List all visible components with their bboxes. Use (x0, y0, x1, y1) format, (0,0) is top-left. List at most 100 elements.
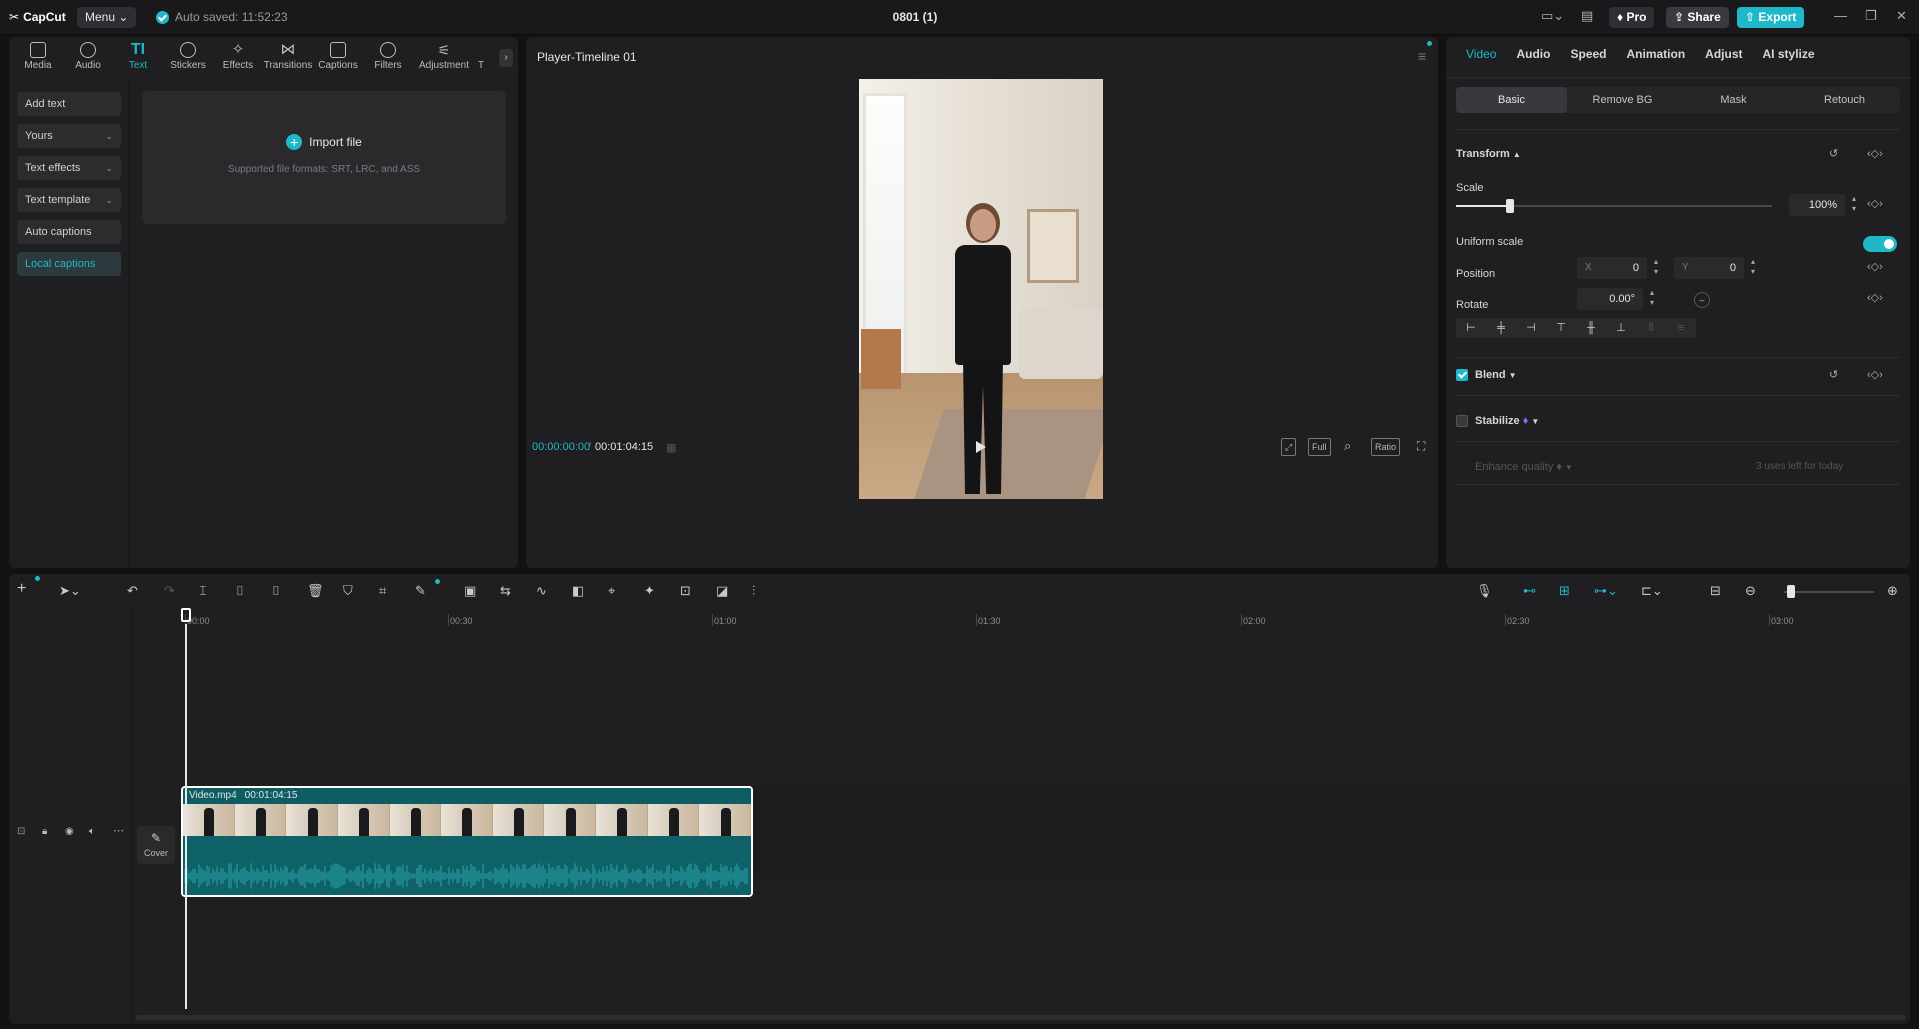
align-bottom-icon[interactable]: ⊥ (1606, 318, 1636, 338)
restore-icon[interactable]: ❐ (1865, 8, 1877, 24)
align-left-icon[interactable]: ⊢ (1456, 318, 1486, 338)
mute-icon[interactable]: 🔈︎ (89, 826, 95, 837)
stabilize-checkbox[interactable] (1456, 415, 1468, 427)
stabilize-section-toggle[interactable]: Stabilize ♦ ▼ (1475, 415, 1539, 427)
tool-stickers[interactable]: Stickers (163, 37, 213, 79)
tool-media[interactable]: Media (13, 37, 63, 79)
tool-overflow[interactable]: T (475, 37, 487, 79)
tool-audio[interactable]: Audio (63, 37, 113, 79)
subtab-remove-bg[interactable]: Remove BG (1567, 87, 1678, 113)
timeline-zoom-slider[interactable] (1784, 591, 1874, 593)
import-file-dropzone[interactable]: + Import file Supported file formats: SRT… (142, 91, 506, 224)
remove-bg-icon[interactable]: ◪ (716, 583, 728, 599)
keyframe-icon[interactable]: ‹◇› (1867, 260, 1883, 273)
add-track-icon[interactable]: + (17, 580, 26, 598)
grid-icon[interactable]: ▦ (666, 441, 676, 454)
keyframe-icon[interactable]: ‹◇› (1867, 291, 1883, 304)
zoom-out-icon[interactable]: ⊖ (1745, 583, 1756, 599)
sidebar-item-text-effects[interactable]: Text effects ⌄ (17, 156, 121, 180)
ai-edit-icon[interactable]: ✎ (415, 583, 426, 599)
lock-icon[interactable]: 🔒︎ (42, 826, 47, 837)
align-center-h-icon[interactable]: ╪ (1486, 318, 1516, 338)
tool-adjustment[interactable]: ⚟ Adjustment (413, 37, 475, 79)
position-x-stepper[interactable]: ▴ ▾ (1651, 257, 1661, 279)
fit-timeline-icon[interactable]: ⊟ (1710, 583, 1721, 599)
tab-speed[interactable]: Speed (1560, 37, 1616, 67)
keyframe-icon[interactable]: ‹◇› (1867, 147, 1883, 160)
zoom-in-icon[interactable]: ⊕ (1887, 583, 1898, 599)
subtab-mask[interactable]: Mask (1678, 87, 1789, 113)
tab-ai-stylize[interactable]: AI stylize (1753, 37, 1825, 67)
linkage-icon[interactable]: ⊶⌄ (1594, 583, 1618, 599)
align-center-v-icon[interactable]: ╫ (1576, 318, 1606, 338)
tool-filters[interactable]: Filters (363, 37, 413, 79)
auto-snapping-icon[interactable]: ⊞ (1559, 583, 1570, 599)
select-tool-icon[interactable]: ➤⌄ (59, 583, 81, 599)
fullscreen-icon[interactable]: ⛶ (1414, 438, 1428, 456)
audio-split-icon[interactable]: ⫶ (752, 583, 755, 599)
split-right-icon[interactable]: ⌷ (272, 583, 280, 599)
freeze-icon[interactable]: ▣ (464, 583, 476, 599)
menu-icon[interactable]: ≡ (1418, 48, 1426, 64)
sidebar-item-text-template[interactable]: Text template ⌄ (17, 188, 121, 212)
snapshot-icon[interactable]: ⤢ (1281, 438, 1297, 456)
rotate-stepper[interactable]: ▴ ▾ (1647, 288, 1657, 310)
position-x-input[interactable]: X0 (1577, 257, 1647, 279)
track-select-icon[interactable]: ⊡ (17, 826, 25, 837)
rotate-input[interactable]: 0.00° (1577, 288, 1643, 310)
reverse-icon[interactable]: ⇆ (500, 583, 511, 599)
preview-axis-icon[interactable]: ⊏⌄ (1641, 583, 1663, 599)
align-right-icon[interactable]: ⊣ (1516, 318, 1546, 338)
reset-icon[interactable]: ↺ (1829, 147, 1838, 160)
position-y-stepper[interactable]: ▴ ▾ (1748, 257, 1758, 279)
speed-curve-icon[interactable]: ∿ (536, 583, 547, 599)
undo-icon[interactable]: ↶ (127, 583, 138, 599)
shortcut-icon[interactable]: ▤ (1581, 8, 1593, 24)
main-track-magnet-icon[interactable]: ⊷ (1523, 583, 1536, 599)
sidebar-item-auto-captions[interactable]: Auto captions (17, 220, 121, 244)
auto-reframe-icon[interactable]: ⌖ (608, 583, 615, 599)
blend-section-toggle[interactable]: Blend ▼ (1475, 369, 1517, 381)
tool-transitions[interactable]: ⋈ Transitions (263, 37, 313, 79)
eye-icon[interactable]: ◉ (65, 826, 74, 837)
keyframe-icon[interactable]: ‹◇› (1867, 368, 1883, 381)
tab-adjust[interactable]: Adjust (1695, 37, 1752, 67)
export-button[interactable]: ⇧ Export (1737, 7, 1805, 28)
sidebar-item-add-text[interactable]: Add text (17, 92, 121, 116)
scale-input[interactable]: 100% (1789, 194, 1845, 216)
full-quality-button[interactable]: Full (1308, 438, 1331, 456)
playhead[interactable] (185, 624, 187, 1009)
tab-audio[interactable]: Audio (1506, 37, 1560, 67)
split-icon[interactable]: ⌶ (199, 583, 207, 599)
cover-button[interactable]: Cover (137, 826, 175, 864)
share-button[interactable]: ⇪ Share (1666, 7, 1729, 28)
microphone-icon[interactable]: 🎙 (1476, 583, 1493, 599)
position-y-input[interactable]: Y0 (1674, 257, 1744, 279)
delete-icon[interactable]: 🗑 (307, 583, 324, 599)
ratio-button[interactable]: Ratio (1371, 438, 1401, 456)
transform-section-toggle[interactable]: Transform ▲ (1456, 148, 1521, 160)
tool-text[interactable]: TI Text (113, 37, 163, 79)
reset-icon[interactable]: ↺ (1829, 368, 1838, 381)
rotate-dial-icon[interactable]: – (1694, 292, 1710, 308)
more-icon[interactable]: ⋯ (113, 824, 124, 837)
hd-icon[interactable]: ⊡ (680, 583, 691, 599)
close-icon[interactable]: ✕ (1896, 8, 1907, 24)
tab-video[interactable]: Video (1456, 37, 1506, 67)
scale-slider-handle[interactable] (1505, 199, 1514, 213)
video-clip[interactable]: Video.mp4 00:01:04:15 (181, 786, 753, 897)
minimize-icon[interactable]: — (1834, 8, 1847, 23)
align-top-icon[interactable]: ⊤ (1546, 318, 1576, 338)
enhance-quality-toggle[interactable]: Enhance quality ♦ ▼ (1475, 461, 1573, 473)
tool-effects[interactable]: ✧ Effects (213, 37, 263, 79)
import-file-button[interactable]: + Import file (142, 134, 506, 150)
time-ruler[interactable]: 00:00 00:30 01:00 01:30 02:00 02:30 03:0… (179, 610, 1910, 630)
subtab-basic[interactable]: Basic (1456, 87, 1567, 113)
magic-wand-icon[interactable]: ✦ (644, 583, 655, 599)
timeline-scrollbar[interactable] (136, 1015, 1906, 1020)
tool-captions[interactable]: Captions (313, 37, 363, 79)
keyframe-icon[interactable]: ‹◇› (1867, 197, 1883, 210)
split-left-icon[interactable]: ⌷ (236, 583, 244, 599)
video-preview[interactable] (859, 79, 1103, 499)
playhead-handle[interactable] (181, 608, 191, 622)
